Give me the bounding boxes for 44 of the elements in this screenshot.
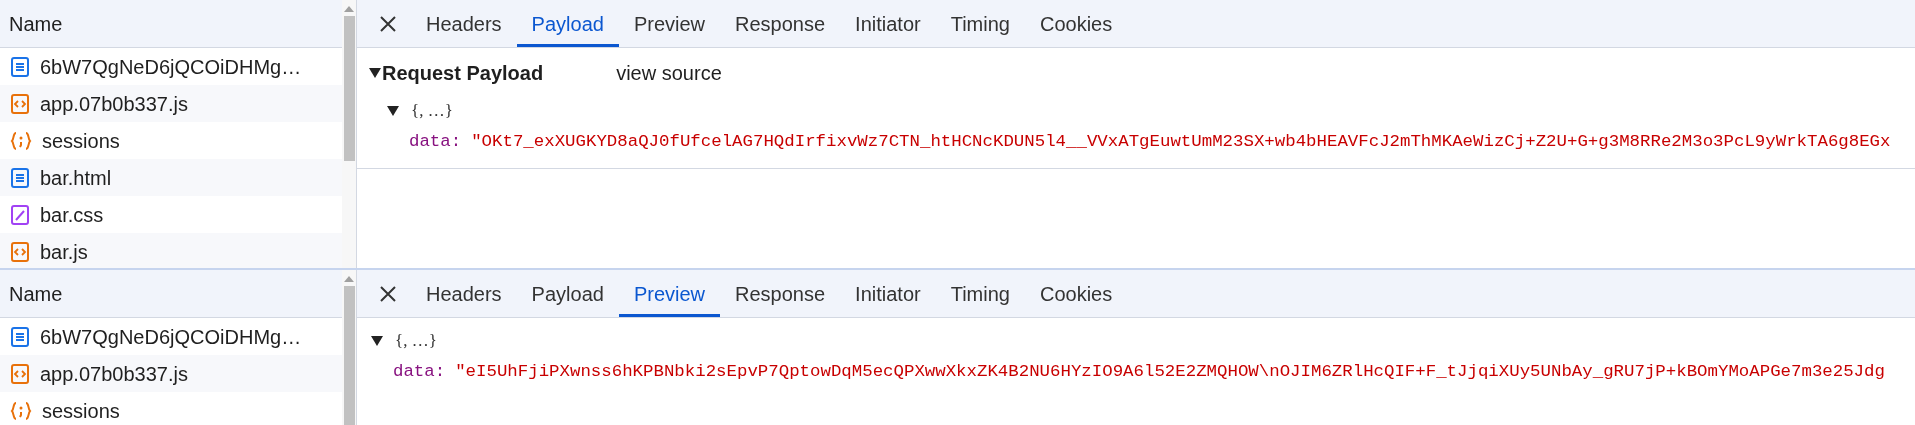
property-key: data: bbox=[409, 128, 462, 156]
tab[interactable]: Initiator bbox=[840, 270, 936, 317]
property-value: "eI5UhFjiPXwnss6hKPBNbki2sEpvP7QptowDqM5ecQPXwwXkxZK4B2NU6HYzIO9A6l52E2ZMQHOW\nOJIM6ZRlHcQIF+F_tJjqiXUy5UNbAy_gRU7jP+kBOmYMoAPGe7m3e25Jdg bbox=[455, 360, 1885, 383]
tab[interactable]: Headers bbox=[411, 270, 517, 317]
column-header[interactable]: Name bbox=[9, 278, 63, 309]
tab[interactable]: Initiator bbox=[840, 0, 936, 47]
tab[interactable]: Response bbox=[720, 270, 841, 317]
tab[interactable]: Cookies bbox=[1024, 0, 1128, 47]
request-row[interactable]: bar.js bbox=[0, 233, 342, 268]
tab[interactable]: Timing bbox=[935, 0, 1025, 47]
request-row[interactable]: app.07b0b337.js bbox=[0, 85, 342, 122]
object-summary: {, …} bbox=[395, 330, 437, 353]
tab[interactable]: Timing bbox=[935, 270, 1025, 317]
tab[interactable]: Headers bbox=[411, 0, 517, 47]
column-header[interactable]: Name bbox=[9, 8, 63, 39]
tab[interactable]: Payload bbox=[516, 0, 619, 47]
tab[interactable]: Payload bbox=[516, 270, 619, 317]
braces-icon bbox=[10, 399, 32, 422]
scrollbar-thumb[interactable] bbox=[343, 16, 355, 161]
code-file-icon bbox=[10, 240, 30, 263]
triangle-down-icon[interactable] bbox=[371, 336, 383, 346]
braces-icon bbox=[10, 129, 32, 152]
document-icon bbox=[10, 166, 30, 189]
section-title: Request Payload bbox=[382, 61, 544, 86]
close-icon[interactable] bbox=[379, 284, 397, 303]
property-key: data: bbox=[393, 358, 446, 386]
triangle-down-icon[interactable] bbox=[369, 68, 381, 78]
object-summary: {, …} bbox=[411, 100, 453, 123]
request-row[interactable]: bar.html bbox=[0, 159, 342, 196]
view-source-link[interactable]: view source bbox=[616, 58, 722, 88]
tab[interactable]: Cookies bbox=[1024, 270, 1128, 317]
request-row[interactable]: app.07b0b337.js bbox=[0, 355, 342, 392]
code-file-icon bbox=[10, 92, 30, 115]
document-icon bbox=[10, 55, 30, 78]
document-icon bbox=[10, 325, 30, 348]
close-icon[interactable] bbox=[379, 14, 397, 33]
tab[interactable]: Preview bbox=[618, 0, 721, 47]
tab[interactable]: Preview bbox=[618, 270, 721, 317]
code-file-icon bbox=[10, 362, 30, 385]
property-value: "OKt7_exXUGKYD8aQJ0fUfcelAG7HQdIrfixvWz7CTN_htHCNcKDUN5l4__VVxATgEuwtUmM23SX+wb4bHEAVFcJ2mThMKAeWizCj+Z2U+G+g3M8RRe2M3o3PcL9yWrkTA6g8EGx bbox=[471, 130, 1891, 153]
scrollbar-thumb[interactable] bbox=[343, 285, 355, 425]
tab[interactable]: Response bbox=[720, 0, 841, 47]
triangle-down-icon[interactable] bbox=[387, 106, 399, 116]
brush-file-icon bbox=[10, 203, 30, 226]
